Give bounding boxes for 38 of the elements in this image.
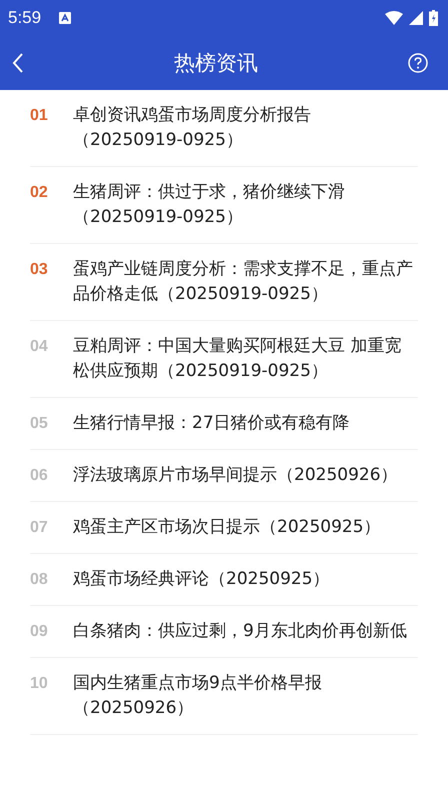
notification-icon (59, 12, 72, 24)
rank-number: 03 (30, 260, 49, 280)
rank-number: 04 (30, 337, 49, 357)
help-icon[interactable] (408, 53, 428, 73)
rank-number: 09 (30, 622, 49, 642)
news-title: 生猪行情早报：27日猪价或有稳有降 (73, 412, 351, 435)
news-item[interactable]: 02 生猪周评：供过于求，猪价继续下滑（20250919-0925） (30, 167, 418, 244)
rank-number: 10 (30, 674, 49, 694)
rank-number: 05 (30, 414, 49, 434)
news-item[interactable]: 10 国内生猪重点市场9点半价格早报（20250926） (30, 658, 418, 735)
rank-number: 07 (30, 518, 49, 538)
news-item[interactable]: 08 鸡蛋市场经典评论（20250925） (30, 554, 418, 606)
news-title: 豆粕周评：中国大量购买阿根廷大豆 加重宽松供应预期（20250919-0925） (73, 335, 402, 383)
news-title: 白条猪肉：供应过剩，9月东北肉价再创新低 (73, 620, 408, 643)
wifi-icon (385, 11, 403, 25)
page-title: 热榜资讯 (173, 50, 259, 77)
news-item[interactable]: 04 豆粕周评：中国大量购买阿根廷大豆 加重宽松供应预期（20250919-0925） (30, 321, 418, 398)
news-title: 浮法玻璃原片市场早间提示（20250926） (73, 464, 399, 487)
rank-number: 02 (30, 183, 49, 203)
news-title: 鸡蛋市场经典评论（20250925） (73, 568, 331, 591)
news-title: 生猪周评：供过于求，猪价继续下滑（20250919-0925） (73, 181, 346, 229)
news-item[interactable]: 07 鸡蛋主产区市场次日提示（20250925） (30, 502, 418, 554)
news-item[interactable]: 09 白条猪肉：供应过剩，9月东北肉价再创新低 (30, 606, 418, 658)
news-item[interactable]: 01 卓创资讯鸡蛋市场周度分析报告（20250919-0925） (30, 90, 418, 167)
news-item[interactable]: 03 蛋鸡产业链周度分析：需求支撑不足，重点产品价格走低（20250919-0925） (30, 244, 418, 321)
news-title: 鸡蛋主产区市场次日提示（20250925） (73, 516, 382, 539)
rank-number: 06 (30, 466, 49, 486)
back-icon[interactable] (12, 53, 24, 73)
news-title: 国内生猪重点市场9点半价格早报（20250926） (73, 672, 323, 720)
news-title: 蛋鸡产业链周度分析：需求支撑不足，重点产品价格走低（20250919-0925） (73, 258, 414, 306)
battery-icon (429, 10, 438, 26)
news-item[interactable]: 05 生猪行情早报：27日猪价或有稳有降 (30, 398, 418, 450)
rank-number: 01 (30, 106, 49, 126)
rank-number: 08 (30, 570, 49, 590)
news-item[interactable]: 06 浮法玻璃原片市场早间提示（20250926） (30, 450, 418, 502)
news-title: 卓创资讯鸡蛋市场周度分析报告（20250919-0925） (73, 104, 312, 152)
signal-icon (409, 11, 423, 25)
status-time: 5:59 (8, 8, 42, 28)
